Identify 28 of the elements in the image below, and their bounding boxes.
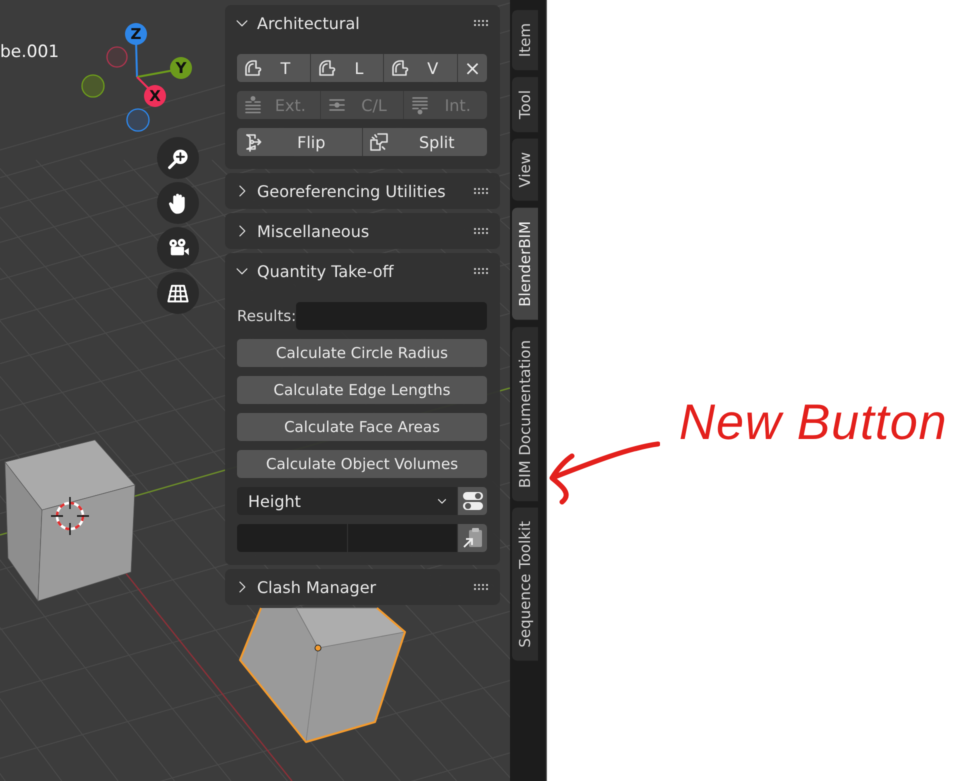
object-name: be.001 <box>0 42 60 62</box>
dropdown[interactable]: Height <box>237 487 457 515</box>
action-button[interactable]: Calculate Edge Lengths <box>237 376 487 404</box>
sidebar-tab[interactable]: BIM Documentation <box>512 326 538 501</box>
panel-header[interactable]: Quantity Take-off <box>225 253 500 289</box>
tool-button[interactable]: T <box>237 54 310 82</box>
close-button[interactable]: × <box>458 54 487 82</box>
action-button[interactable]: Calculate Circle Radius <box>237 339 487 367</box>
axis-button[interactable]: X <box>144 85 166 107</box>
tool-button[interactable]: Flip <box>237 128 362 156</box>
panel-header[interactable]: Architectural <box>225 5 500 41</box>
tool-button[interactable]: Split <box>362 128 487 156</box>
panel-header[interactable]: Clash Manager <box>225 569 500 605</box>
sidebar-tab[interactable]: Tool <box>512 77 538 132</box>
panel-header[interactable]: Miscellaneous <box>225 213 500 249</box>
sidebar-tab[interactable]: Item <box>512 10 538 70</box>
sidebar-tab[interactable]: BlenderBIM <box>512 208 538 320</box>
panel-header[interactable]: Georeferencing Utilities <box>225 173 500 209</box>
tool-button[interactable]: V <box>384 54 458 82</box>
action-button[interactable]: Calculate Face Areas <box>237 413 487 441</box>
sidebar-tab[interactable]: View <box>512 139 538 201</box>
field-label: Results: <box>237 307 296 325</box>
axis-button[interactable]: Z <box>125 23 147 45</box>
tool-button[interactable]: L <box>310 54 384 82</box>
axis-button[interactable]: Y <box>170 57 192 79</box>
sidebar-tab[interactable]: Sequence Toolkit <box>512 508 538 660</box>
action-button[interactable]: Calculate Object Volumes <box>237 450 487 478</box>
annotation-text: New Button <box>679 393 948 451</box>
